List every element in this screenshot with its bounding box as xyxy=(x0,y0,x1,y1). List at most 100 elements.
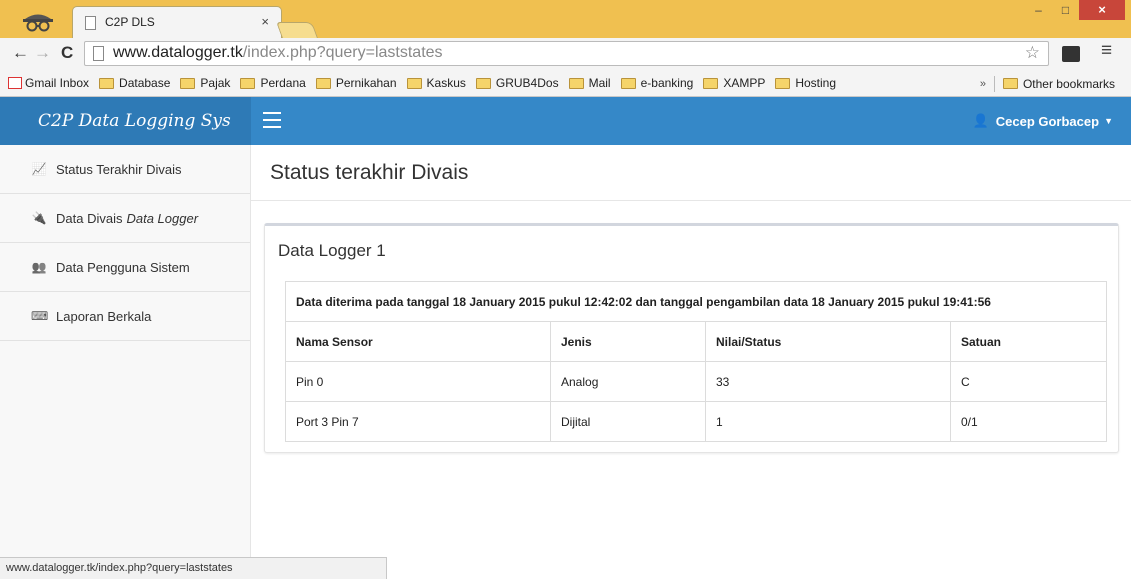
folder-icon xyxy=(568,77,584,89)
bookmark-label: Mail xyxy=(588,76,611,90)
sidebar-item-label: Status Terakhir Divais xyxy=(56,161,182,177)
folder-icon xyxy=(775,77,791,89)
bookmark-item[interactable]: Gmail Inbox xyxy=(8,76,89,90)
caret-down-icon: ▼ xyxy=(1104,116,1113,126)
column-header: Jenis xyxy=(550,321,706,362)
bookmark-star-icon[interactable]: ☆ xyxy=(1025,43,1040,63)
bookmark-label: Database xyxy=(119,76,171,90)
bookmark-label: Kaskus xyxy=(426,76,466,90)
bookmarks-bar: Gmail Inbox Database Pajak Perdana Pernikaha… xyxy=(0,70,1131,97)
table-row: Pin 0 Analog 33 C xyxy=(285,361,1107,402)
bookmark-label: Perdana xyxy=(260,76,306,90)
browser-tab[interactable]: C2P DLS × xyxy=(72,6,282,38)
bookmark-label: e-banking xyxy=(640,76,694,90)
bookmark-label: Pajak xyxy=(200,76,231,90)
sidebar-item[interactable]: 📈 Status Terakhir Divais xyxy=(0,145,250,194)
address-bar[interactable]: www.datalogger.tk/index.php?query=lastst… xyxy=(84,41,1049,66)
page-icon xyxy=(93,46,104,61)
folder-icon xyxy=(475,77,491,89)
folder-icon xyxy=(406,77,422,89)
bookmark-label: Hosting xyxy=(795,76,837,90)
plug-icon: 🔌 xyxy=(31,211,47,225)
data-logger-panel: Data Logger 1 Data diterima pada tanggal… xyxy=(264,223,1119,453)
sidebar-item-label: Data Pengguna Sistem xyxy=(56,259,190,275)
maximize-button[interactable]: □ xyxy=(1052,0,1079,20)
window-close-button[interactable]: × xyxy=(1079,0,1125,20)
folder-icon xyxy=(1002,78,1018,89)
table-cell: 0/1 xyxy=(950,401,1107,442)
bookmarks-divider xyxy=(993,75,995,92)
brand-logo[interactable]: C2P Data Logging Sys xyxy=(0,97,251,145)
bookmark-item[interactable]: Pernikahan xyxy=(315,76,397,90)
browser-titlebar: C2P DLS × – □ × xyxy=(0,0,1131,38)
table-cell: 33 xyxy=(705,361,951,402)
bookmark-item[interactable]: GRUB4Dos xyxy=(475,76,559,90)
page-header: Status terakhir Divais xyxy=(251,145,1131,201)
sidebar: 📈 Status Terakhir Divais 🔌 Data Divais Data … xyxy=(0,145,251,579)
new-tab-button[interactable] xyxy=(276,22,318,38)
sidebar-item-label: Data Divais xyxy=(56,210,123,226)
incognito-icon xyxy=(23,14,53,32)
bookmark-item[interactable]: Hosting xyxy=(775,76,836,90)
url-domain: www.datalogger.tk xyxy=(113,44,243,61)
bookmarks-overflow-icon[interactable]: » xyxy=(980,78,986,90)
forward-arrow-icon[interactable]: → xyxy=(34,43,51,63)
sensor-table: Data diterima pada tanggal 18 January 20… xyxy=(285,281,1107,442)
back-arrow-icon[interactable]: ← xyxy=(12,43,29,63)
sidebar-item[interactable]: 🔌 Data Divais Data Logger xyxy=(0,194,250,243)
table-cell: 1 xyxy=(705,401,951,442)
bookmark-label: Pernikahan xyxy=(335,76,397,90)
url-text: www.datalogger.tk/index.php?query=lastst… xyxy=(113,44,443,62)
other-bookmarks-label: Other bookmarks xyxy=(1022,76,1115,91)
column-header: Nama Sensor xyxy=(285,321,551,362)
browser-menu-icon[interactable]: ≡ xyxy=(1101,40,1112,62)
other-bookmarks[interactable]: Other bookmarks xyxy=(1002,76,1115,91)
web-page: C2P Data Logging Sys 👤 Cecep Gorbacep ▼ … xyxy=(0,97,1131,579)
folder-icon xyxy=(99,77,115,89)
bookmark-label: XAMPP xyxy=(723,76,766,90)
table-row: Port 3 Pin 7 Dijital 1 0/1 xyxy=(285,401,1107,442)
gmail-icon xyxy=(8,77,22,89)
window-controls: – □ × xyxy=(1025,0,1125,20)
folder-icon xyxy=(703,77,719,89)
bookmarks-right: » Other bookmarks xyxy=(980,70,1125,97)
bookmark-item[interactable]: Mail xyxy=(568,76,611,90)
folder-icon xyxy=(620,77,636,89)
bookmark-item[interactable]: Database xyxy=(99,76,170,90)
tab-title: C2P DLS xyxy=(105,15,155,29)
bookmark-item[interactable]: Kaskus xyxy=(406,76,466,90)
sidebar-item[interactable]: ⌨ Laporan Berkala xyxy=(0,292,250,341)
tab-close-icon[interactable]: × xyxy=(261,14,269,29)
folder-icon xyxy=(240,77,256,89)
table-cell: Dijital xyxy=(550,401,706,442)
column-header: Nilai/Status xyxy=(705,321,951,362)
extension-icon[interactable] xyxy=(1062,46,1080,62)
users-icon: 👥 xyxy=(31,260,47,274)
url-path: /index.php?query=laststates xyxy=(242,44,443,61)
table-caption: Data diterima pada tanggal 18 January 20… xyxy=(285,281,1107,322)
column-header: Satuan xyxy=(950,321,1107,362)
bookmark-item[interactable]: XAMPP xyxy=(703,76,765,90)
reload-icon[interactable]: C xyxy=(61,43,73,63)
table-cell: C xyxy=(950,361,1107,402)
page-title: Status terakhir Divais xyxy=(270,161,469,184)
main-content: Status terakhir Divais Data Logger 1 Dat… xyxy=(251,145,1131,579)
sidebar-item-label: Laporan Berkala xyxy=(56,308,152,324)
table-header-row: Nama Sensor Jenis Nilai/Status Satuan xyxy=(285,321,1107,362)
folder-icon xyxy=(180,77,196,89)
bookmark-label: Gmail Inbox xyxy=(25,76,90,90)
bookmark-item[interactable]: Pajak xyxy=(180,76,230,90)
table-cell: Pin 0 xyxy=(285,361,551,402)
user-icon: 👤 xyxy=(972,113,989,128)
panel-title: Data Logger 1 xyxy=(278,241,386,260)
minimize-button[interactable]: – xyxy=(1025,0,1052,20)
sidebar-item[interactable]: 👥 Data Pengguna Sistem xyxy=(0,243,250,292)
bookmark-item[interactable]: e-banking xyxy=(620,76,694,90)
sidebar-item-emphasis: Data Logger xyxy=(126,210,199,226)
bookmark-item[interactable]: Perdana xyxy=(240,76,306,90)
folder-icon xyxy=(315,77,331,89)
hamburger-menu-icon[interactable] xyxy=(263,112,281,128)
user-menu[interactable]: 👤 Cecep Gorbacep ▼ xyxy=(973,97,1113,145)
table-caption-row: Data diterima pada tanggal 18 January 20… xyxy=(285,281,1107,322)
page-icon xyxy=(85,16,96,30)
